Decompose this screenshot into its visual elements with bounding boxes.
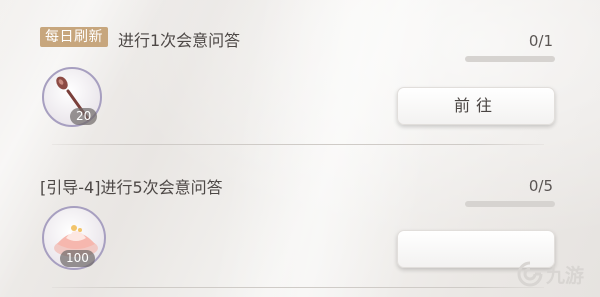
- task-progress-text: 0/1: [528, 32, 553, 50]
- task-row-guide: [引导-4]进行5次会意问答 0/5 100: [0, 150, 600, 297]
- jiuyou-watermark: 九游: [517, 259, 584, 289]
- reward-count: 20: [70, 108, 98, 125]
- daily-refresh-badge: 每日刷新: [40, 27, 108, 47]
- task-progress-bar: [465, 56, 555, 62]
- task-title: [引导-4]进行5次会意问答: [40, 178, 223, 197]
- task-title: 进行1次会意问答: [118, 31, 241, 50]
- reward-count: 100: [60, 250, 95, 267]
- task-progress-bar: [465, 201, 555, 207]
- jiuyou-logo-icon: [517, 261, 543, 287]
- task-progress-text: 0/5: [528, 177, 553, 195]
- row-divider: [52, 287, 544, 288]
- go-button[interactable]: 前往: [397, 87, 555, 125]
- row-divider: [52, 144, 544, 145]
- task-row-daily: 每日刷新 进行1次会意问答 0/1 20 前往: [0, 0, 600, 145]
